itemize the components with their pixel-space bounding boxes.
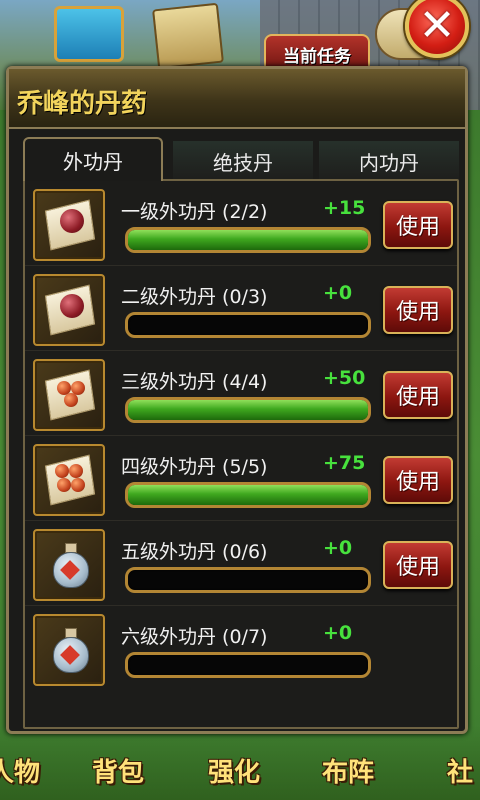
close-icon: ✕	[418, 0, 456, 51]
item-bonus: +15	[323, 197, 366, 219]
nav-character[interactable]: 人物	[0, 730, 44, 792]
red-pill-icon	[33, 274, 105, 346]
formation-icon	[323, 730, 373, 758]
tab-skill-pill[interactable]: 绝技丹	[173, 141, 313, 181]
orange-pills-icon	[33, 359, 105, 431]
list-item: 一级外功丹 (2/2) +15 使用	[25, 181, 457, 266]
list-item: 五级外功丹 (0/6) +0 使用	[25, 521, 457, 606]
progress-bar	[125, 397, 371, 423]
nav-backpack-label: 背包	[91, 758, 144, 788]
red-pill-icon	[60, 294, 84, 318]
item-label: 五级外功丹 (0/6)	[121, 541, 268, 563]
orange-pills-icon	[33, 444, 105, 516]
progress-bar	[125, 652, 371, 678]
use-button[interactable]: 使用	[383, 286, 453, 334]
nav-social[interactable]: 社	[430, 730, 480, 792]
nav-enhance-label: 强化	[207, 758, 260, 788]
gift-box-icon[interactable]	[54, 6, 124, 62]
red-pill-icon	[60, 209, 84, 233]
nav-social-label: 社	[446, 758, 473, 788]
potion-bottle-icon	[33, 529, 105, 601]
pill-dialog: 乔峰的丹药 外功丹 绝技丹 内功丹 一级外功丹 (2/2) +15 使用 二级外…	[6, 66, 468, 734]
item-bonus: +75	[323, 452, 366, 474]
tab-outer-pill[interactable]: 外功丹	[23, 137, 163, 181]
list-item: 二级外功丹 (0/3) +0 使用	[25, 266, 457, 351]
progress-bar	[125, 482, 371, 508]
item-label: 四级外功丹 (5/5)	[121, 456, 268, 478]
progress-fill	[128, 230, 368, 250]
nav-enhance[interactable]: 强化	[204, 730, 264, 792]
character-icon	[0, 730, 39, 758]
map-scroll-icon[interactable]	[152, 2, 224, 70]
paper-icon	[44, 454, 96, 506]
use-button[interactable]: 使用	[383, 456, 453, 504]
enhance-icon	[209, 730, 259, 758]
item-bonus: +0	[323, 537, 353, 559]
item-bonus: +0	[323, 282, 353, 304]
potion-bottle-icon	[51, 628, 91, 674]
progress-bar	[125, 227, 371, 253]
item-bonus: +0	[323, 622, 353, 644]
progress-bar	[125, 312, 371, 338]
use-button[interactable]: 使用	[383, 541, 453, 589]
progress-bar	[125, 567, 371, 593]
potion-bottle-icon	[33, 614, 105, 686]
item-label: 二级外功丹 (0/3)	[121, 286, 268, 308]
nav-formation-label: 布阵	[321, 758, 374, 788]
backpack-icon	[93, 730, 143, 758]
nav-formation[interactable]: 布阵	[318, 730, 378, 792]
nav-character-label: 人物	[0, 758, 40, 788]
list-item: 三级外功丹 (4/4) +50 使用	[25, 351, 457, 436]
potion-bottle-icon	[51, 543, 91, 589]
item-label: 一级外功丹 (2/2)	[121, 201, 268, 223]
list-item: 六级外功丹 (0/7) +0	[25, 606, 457, 691]
pill-list: 一级外功丹 (2/2) +15 使用 二级外功丹 (0/3) +0 使用 三级外…	[23, 179, 459, 729]
social-icon	[435, 730, 480, 758]
list-item: 四级外功丹 (5/5) +75 使用	[25, 436, 457, 521]
progress-fill	[128, 485, 368, 505]
item-bonus: +50	[323, 367, 366, 389]
nav-backpack[interactable]: 背包	[88, 730, 148, 792]
item-label: 六级外功丹 (0/7)	[121, 626, 268, 648]
use-button[interactable]: 使用	[383, 201, 453, 249]
tab-bar: 外功丹 绝技丹 内功丹	[23, 137, 459, 181]
tab-inner-pill[interactable]: 内功丹	[319, 141, 459, 181]
item-label: 三级外功丹 (4/4)	[121, 371, 268, 393]
red-pill-icon	[33, 189, 105, 261]
dialog-title: 乔峰的丹药	[17, 89, 148, 119]
bottom-nav: 人物 背包 强化 布阵 社	[0, 725, 480, 800]
use-button[interactable]: 使用	[383, 371, 453, 419]
progress-fill	[128, 400, 368, 420]
dialog-title-bar: 乔峰的丹药	[9, 69, 465, 129]
